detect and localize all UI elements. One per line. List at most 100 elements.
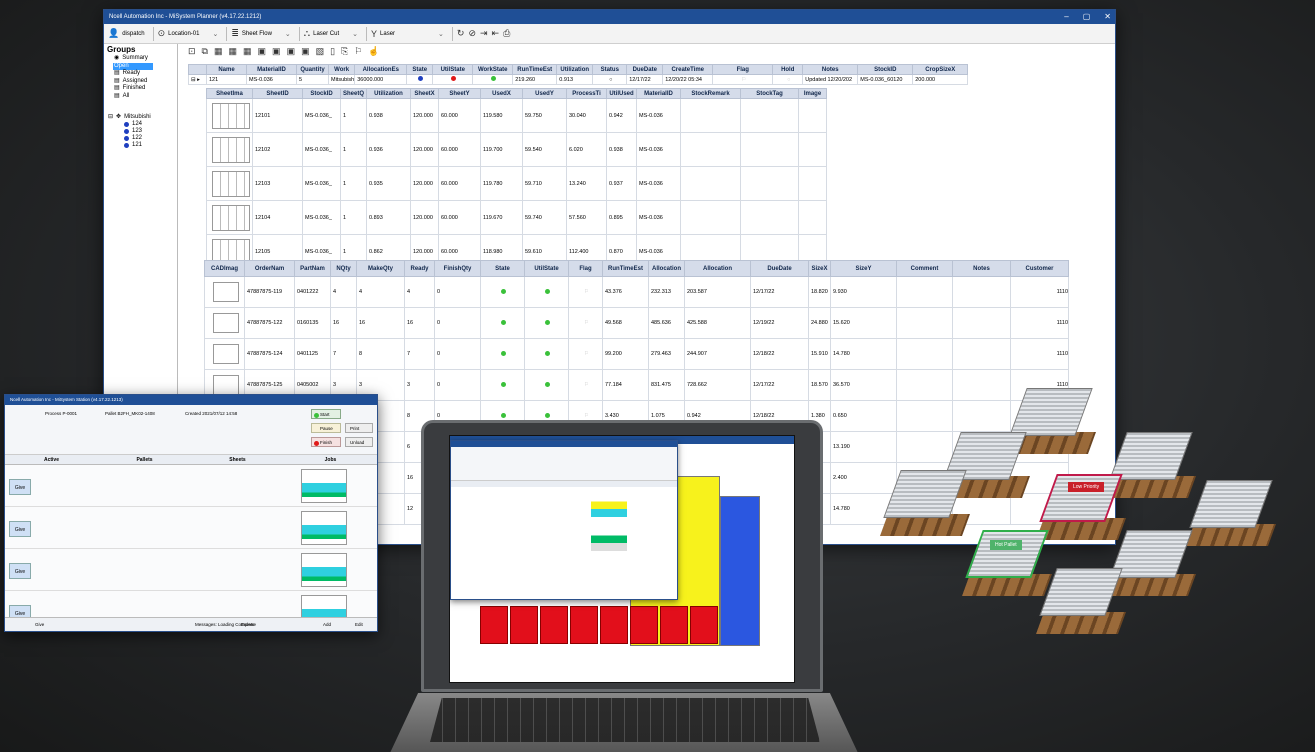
give-button[interactable]: Give: [9, 521, 31, 537]
nest-icon[interactable]: ▦: [214, 46, 223, 57]
tree-item[interactable]: 121: [104, 142, 177, 149]
column-header[interactable]: Hold: [772, 64, 804, 75]
group-all[interactable]: ▤ All: [104, 93, 177, 101]
table-row[interactable]: ⊟ ▸ 121 MS-0.036 5 Mitsubish 36000.000 2…: [188, 74, 969, 85]
flag-icon[interactable]: ⚐: [354, 46, 362, 57]
table-row[interactable]: 12104 MS-0.036_ 1 0.893 120.000 60.000 119.670…: [206, 200, 827, 235]
hand-icon[interactable]: ☝: [368, 46, 379, 57]
user-selector[interactable]: 👤 dispatch: [108, 26, 154, 41]
export-icon[interactable]: ⇥: [480, 28, 488, 39]
sheet-icon[interactable]: ▧: [316, 46, 325, 57]
table-row[interactable]: 47887875-124 0401125 7 8 7 0 ⚐ 99.200 279.463 244…: [204, 338, 1069, 370]
group-summary[interactable]: ◉ Summary: [104, 55, 177, 63]
finish-button[interactable]: Finish: [311, 437, 341, 447]
close-icon[interactable]: ✕: [1104, 10, 1111, 24]
flag-icon[interactable]: ⚐: [712, 74, 774, 85]
process-selector[interactable]: ⛬ Laser Cut ⌄: [304, 26, 367, 41]
tab-jobs[interactable]: Jobs: [284, 455, 377, 464]
column-header[interactable]: State: [406, 64, 434, 75]
nest-icon[interactable]: ▦: [229, 46, 238, 57]
release-icon[interactable]: ▣: [272, 46, 281, 57]
start-button[interactable]: Start: [311, 409, 341, 419]
minimize-icon[interactable]: –: [1064, 10, 1068, 24]
check-icon[interactable]: ⊘: [468, 28, 476, 39]
row-expander-icon[interactable]: ⊟ ▸: [188, 74, 207, 85]
column-header[interactable]: Flag: [712, 64, 774, 75]
tree-item[interactable]: 123: [104, 128, 177, 135]
tree-item[interactable]: 124: [104, 121, 177, 128]
start-icon: [314, 412, 319, 418]
column-header[interactable]: CreateTime: [662, 64, 714, 75]
flag-icon[interactable]: ⚐: [568, 307, 603, 339]
table-row[interactable]: 47887875-122 0160135 16 16 16 0 ⚐ 49.568 485.636…: [204, 307, 1069, 339]
release-icon[interactable]: ▣: [301, 46, 310, 57]
station-tabs: Active Pallets Sheets Jobs: [5, 455, 377, 465]
column-header[interactable]: MaterialID: [246, 64, 297, 75]
group-finished[interactable]: ▤ Finished: [104, 85, 177, 93]
machine-icon: ✥: [116, 114, 122, 120]
copy-icon[interactable]: ⎘: [341, 46, 348, 57]
column-header[interactable]: Status: [592, 64, 628, 75]
util-state-icon: [545, 319, 550, 325]
state-icon: [501, 381, 506, 387]
maximize-icon[interactable]: ▢: [1083, 10, 1091, 24]
column-header[interactable]: Utilization: [556, 64, 594, 75]
table-row[interactable]: 12101 MS-0.036_ 1 0.938 120.000 60.000 119.580…: [206, 98, 827, 133]
column-header[interactable]: Quantity: [296, 64, 329, 75]
column-header[interactable]: AllocationEs: [354, 64, 408, 75]
flow-selector[interactable]: ≣ Sheet Flow ⌄: [231, 26, 300, 41]
give-button[interactable]: Give: [9, 563, 31, 579]
parts-header-row: CADImag OrderNam PartNam NQty MakeQty Ready Fi…: [204, 260, 1069, 277]
table-row[interactable]: 47887875-119 0401222 4 4 4 0 ⚐ 43.376 232.313 203…: [204, 276, 1069, 308]
pause-button[interactable]: Pause: [311, 423, 341, 433]
list-item[interactable]: Give: [5, 507, 377, 549]
list-item[interactable]: Give: [5, 549, 377, 591]
state-icon: [501, 350, 506, 356]
flag-icon[interactable]: ⚐: [568, 338, 603, 370]
expand-icon[interactable]: ⊟: [108, 114, 113, 121]
print-button[interactable]: Print: [345, 423, 373, 433]
tab-pallets[interactable]: Pallets: [98, 455, 191, 464]
sheet-preview: [591, 491, 627, 517]
open-icon[interactable]: ⧉: [202, 46, 208, 57]
tab-active[interactable]: Active: [5, 455, 98, 464]
group-open[interactable]: Open: [113, 62, 153, 70]
group-assigned[interactable]: ▤ Assigned: [104, 78, 177, 86]
sheet-preview: [591, 525, 627, 551]
tree-root[interactable]: ⊟ ✥ Mitsubishi: [104, 114, 177, 121]
group-ready[interactable]: ▤ Ready: [104, 70, 177, 78]
release-icon[interactable]: ▣: [287, 46, 296, 57]
column-header[interactable]: RunTimeEst: [512, 64, 558, 75]
nest-icon[interactable]: ▦: [243, 46, 252, 57]
print-icon[interactable]: ⎙: [503, 28, 510, 39]
location-selector[interactable]: ⊙ Location-01 ⌄: [158, 26, 228, 41]
column-header[interactable]: Work: [327, 64, 356, 75]
give-button[interactable]: Give: [35, 622, 44, 627]
unload-button[interactable]: Unload: [345, 437, 373, 447]
column-header[interactable]: DueDate: [626, 64, 664, 75]
import-icon[interactable]: ⇤: [492, 28, 500, 39]
column-header[interactable]: StockID: [857, 64, 914, 75]
release-icon[interactable]: ▣: [258, 46, 267, 57]
browse-button[interactable]: Browse: [241, 622, 256, 627]
flag-icon[interactable]: ⚐: [568, 276, 603, 308]
flag-icon[interactable]: ⚐: [568, 369, 603, 401]
tree-item[interactable]: 122: [104, 135, 177, 142]
edit-button[interactable]: Edit: [355, 622, 363, 627]
give-button[interactable]: Give: [9, 479, 31, 495]
table-row[interactable]: 12102 MS-0.036_ 1 0.936 120.000 60.000 119.700…: [206, 132, 827, 167]
list-item[interactable]: Give: [5, 465, 377, 507]
column-header[interactable]: UtilState: [432, 64, 474, 75]
refresh-icon[interactable]: ↻: [457, 28, 465, 39]
view-icon[interactable]: ⊡: [188, 46, 196, 57]
table-row[interactable]: 12103 MS-0.036_ 1 0.935 120.000 60.000 119.780…: [206, 166, 827, 201]
machine-selector[interactable]: Y Laser ⌄: [371, 26, 453, 41]
document-icon[interactable]: ▯: [330, 46, 335, 57]
add-button[interactable]: Add: [323, 622, 331, 627]
tab-sheets[interactable]: Sheets: [191, 455, 284, 464]
hold-icon[interactable]: ○: [772, 74, 804, 85]
column-header[interactable]: CropSizeX: [912, 64, 969, 75]
column-header[interactable]: Name: [206, 64, 247, 75]
column-header[interactable]: Notes: [802, 64, 859, 75]
column-header[interactable]: WorkState: [472, 64, 514, 75]
